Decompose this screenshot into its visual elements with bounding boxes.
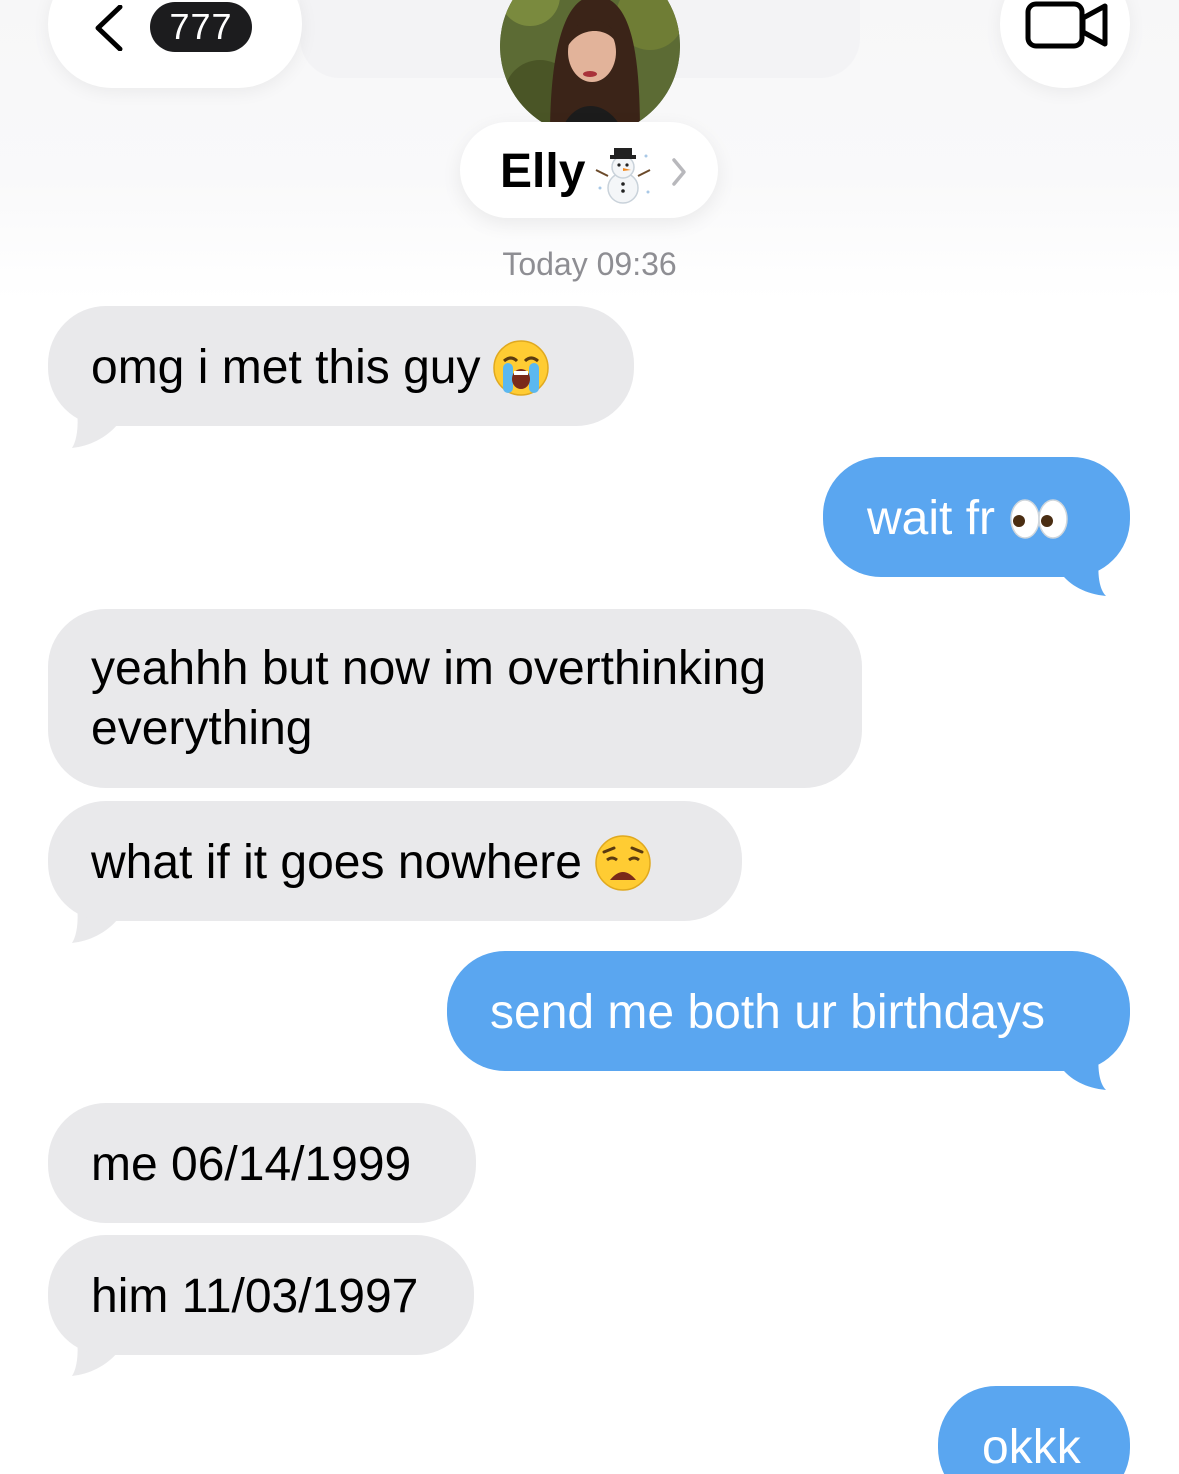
conversation-timestamp: Today 09:36 (502, 246, 677, 282)
eyes-icon (1010, 499, 1068, 540)
message-bubble-incoming[interactable]: what if it goes nowhere (48, 801, 742, 921)
weary-face-icon (595, 835, 651, 892)
message-bubble-outgoing[interactable]: wait fr (823, 457, 1130, 577)
message-text: him 11/03/1997 (91, 1270, 419, 1324)
message-bubble-incoming[interactable]: him 11/03/1997 (48, 1235, 474, 1355)
message-bubble-outgoing[interactable]: okkk (938, 1386, 1130, 1474)
message-text-line: yeahhh but now im overthinking (91, 642, 767, 695)
message-text: okkk (982, 1421, 1081, 1474)
chevron-right-icon (672, 158, 686, 186)
snowman-icon (595, 148, 651, 204)
message-bubble-incoming[interactable]: yeahhh but now im overthinking everythin… (48, 609, 862, 788)
message-text: omg i met this guy (91, 341, 481, 395)
unread-count-badge: 777 (150, 2, 252, 52)
message-text-line: everything (91, 702, 313, 755)
chevron-left-icon[interactable] (90, 5, 130, 51)
message-text: send me both ur birthdays (490, 986, 1045, 1040)
message-bubble-incoming[interactable]: omg i met this guy (48, 306, 634, 426)
loudly-crying-face-icon (493, 340, 550, 397)
message-text: what if it goes nowhere (91, 836, 582, 890)
message-text: me 06/14/1999 (91, 1138, 412, 1192)
message-bubble-outgoing[interactable]: send me both ur birthdays (447, 951, 1130, 1071)
contact-name: Elly (500, 145, 586, 198)
video-camera-icon[interactable] (1025, 0, 1109, 50)
message-text: wait fr (867, 492, 996, 546)
message-bubble-incoming[interactable]: me 06/14/1999 (48, 1103, 476, 1223)
messages-screen: 777 Elly Today 09:36 omg i met this guy … (0, 0, 1179, 1474)
